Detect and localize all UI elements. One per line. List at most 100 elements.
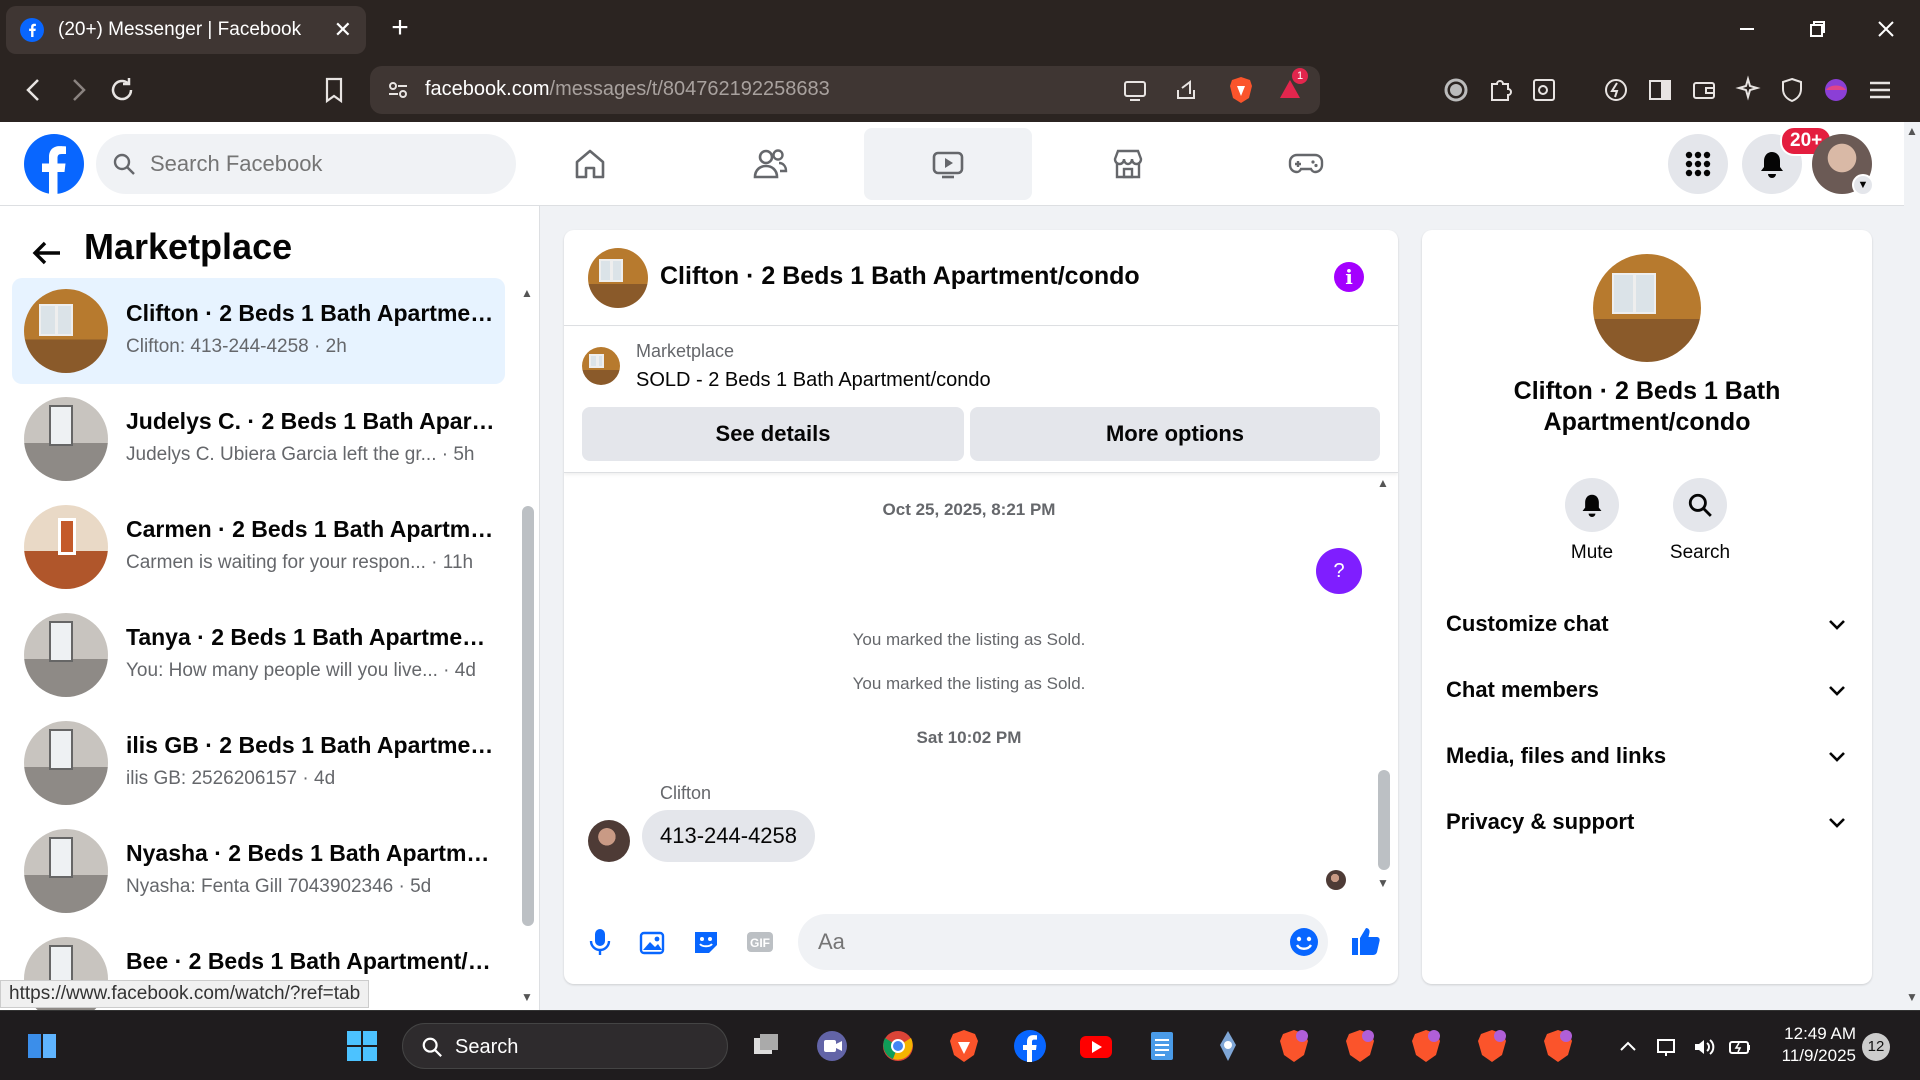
chat-avatar[interactable] bbox=[588, 248, 648, 308]
chevron-down-icon[interactable]: ▼ bbox=[1852, 174, 1874, 196]
brave-profile-active-icon[interactable] bbox=[1540, 1028, 1576, 1064]
nav-friends[interactable] bbox=[686, 128, 854, 200]
youtube-icon[interactable] bbox=[1078, 1028, 1114, 1064]
new-tab-icon[interactable]: + bbox=[384, 12, 416, 44]
speedreader-icon[interactable] bbox=[1600, 74, 1632, 106]
list-item[interactable]: ilis GB · 2 Beds 1 Bath Apartmen... ilis… bbox=[12, 710, 505, 816]
vpn-icon[interactable] bbox=[1776, 74, 1808, 106]
list-item[interactable]: Judelys C. · 2 Beds 1 Bath Apart... Jude… bbox=[12, 386, 505, 492]
facebook-icon[interactable] bbox=[1012, 1028, 1048, 1064]
facebook-search-input[interactable] bbox=[150, 134, 490, 194]
windows-taskbar: Search 12:49 AM 11/9/2025 12 bbox=[0, 1010, 1920, 1080]
chrome-icon[interactable] bbox=[880, 1028, 916, 1064]
scroll-down-arrow-icon[interactable]: ▼ bbox=[1377, 876, 1389, 890]
reload-icon[interactable] bbox=[106, 74, 138, 106]
message-input[interactable] bbox=[818, 914, 1258, 970]
menu-grid-button[interactable] bbox=[1668, 134, 1728, 194]
chat-members-row[interactable]: Chat members bbox=[1446, 670, 1848, 710]
list-item[interactable]: Clifton · 2 Beds 1 Bath Apartmen... Clif… bbox=[12, 278, 505, 384]
sticker-icon[interactable] bbox=[690, 926, 722, 958]
page-scroll-down-arrow-icon[interactable]: ▼ bbox=[1904, 990, 1920, 1004]
message-input-wrapper[interactable] bbox=[798, 914, 1328, 970]
info-icon[interactable]: i bbox=[1334, 262, 1364, 292]
url-text[interactable]: facebook.com/messages/t/804762192258683 bbox=[425, 78, 830, 101]
widgets-icon[interactable] bbox=[24, 1028, 60, 1064]
taskbar-search[interactable]: Search bbox=[402, 1023, 728, 1069]
customize-chat-row[interactable]: Customize chat bbox=[1446, 604, 1848, 644]
app-icon[interactable] bbox=[1210, 1028, 1246, 1064]
outgoing-message-bubble[interactable]: ? bbox=[1316, 548, 1362, 594]
reader-icon[interactable] bbox=[1528, 74, 1560, 106]
brave-profile-icon[interactable] bbox=[1408, 1028, 1444, 1064]
chevron-up-icon[interactable] bbox=[1616, 1035, 1640, 1059]
notepad-icon[interactable] bbox=[1144, 1028, 1180, 1064]
close-window-icon[interactable] bbox=[1871, 14, 1901, 44]
list-item[interactable]: Carmen · 2 Beds 1 Bath Apartme... Carmen… bbox=[12, 494, 505, 600]
mute-button[interactable]: Mute bbox=[1552, 478, 1632, 564]
more-options-button[interactable]: More options bbox=[970, 407, 1380, 461]
scroll-up-arrow-icon[interactable]: ▲ bbox=[1377, 476, 1389, 490]
profile-icon[interactable] bbox=[1820, 74, 1852, 106]
facebook-logo-icon[interactable] bbox=[24, 134, 84, 194]
chat-profile-title: Clifton · 2 Beds 1 Bath Apartment/condo bbox=[1513, 377, 1781, 436]
back-icon[interactable] bbox=[18, 74, 50, 106]
incoming-message-bubble[interactable]: 413-244-4258 bbox=[642, 810, 816, 862]
nav-video[interactable] bbox=[864, 128, 1032, 200]
brave-profile-icon[interactable] bbox=[1474, 1028, 1510, 1064]
minimize-icon[interactable] bbox=[1732, 14, 1762, 44]
brave-profile-icon[interactable] bbox=[1276, 1028, 1312, 1064]
task-view-icon[interactable] bbox=[748, 1028, 784, 1064]
back-arrow-icon[interactable] bbox=[30, 236, 64, 270]
extensions-icon[interactable] bbox=[1484, 74, 1516, 106]
leo-ai-icon[interactable] bbox=[1732, 74, 1764, 106]
tab-close-icon[interactable]: ✕ bbox=[334, 17, 352, 43]
sender-avatar[interactable] bbox=[588, 820, 630, 862]
microphone-icon[interactable] bbox=[584, 926, 616, 958]
thumbs-up-icon[interactable] bbox=[1348, 924, 1382, 958]
site-settings-icon[interactable] bbox=[386, 78, 410, 102]
conversation-preview: Judelys C. Ubiera Garcia left the gr... … bbox=[126, 444, 475, 465]
gif-icon[interactable]: GIF bbox=[744, 926, 776, 958]
notification-count-badge[interactable]: 12 bbox=[1862, 1033, 1890, 1061]
list-item[interactable]: Tanya · 2 Beds 1 Bath Apartment... You: … bbox=[12, 602, 505, 708]
battery-icon[interactable] bbox=[1728, 1035, 1752, 1059]
bookmark-icon[interactable] bbox=[318, 74, 350, 106]
list-item[interactable]: Nyasha · 2 Beds 1 Bath Apartme... Nyasha… bbox=[12, 818, 505, 924]
menu-icon[interactable] bbox=[1864, 74, 1896, 106]
volume-icon[interactable] bbox=[1692, 1035, 1716, 1059]
restore-icon[interactable] bbox=[1802, 14, 1832, 44]
brave-profile-icon[interactable] bbox=[1342, 1028, 1378, 1064]
sidebar-icon[interactable] bbox=[1644, 74, 1676, 106]
chat-scrollbar[interactable] bbox=[1378, 770, 1390, 870]
page-scroll-up-arrow-icon[interactable]: ▲ bbox=[1904, 124, 1920, 138]
search-in-chat-button[interactable]: Search bbox=[1660, 478, 1740, 564]
address-bar[interactable]: facebook.com/messages/t/804762192258683 … bbox=[370, 66, 1320, 114]
wallet-icon[interactable] bbox=[1688, 74, 1720, 106]
chevron-down-icon bbox=[1829, 620, 1845, 630]
brave-icon[interactable] bbox=[946, 1028, 982, 1064]
nav-marketplace[interactable] bbox=[1044, 128, 1212, 200]
nav-gaming[interactable] bbox=[1222, 128, 1390, 200]
taskbar-clock[interactable]: 12:49 AM 11/9/2025 bbox=[1768, 1023, 1856, 1067]
network-icon[interactable] bbox=[1656, 1035, 1680, 1059]
cast-icon[interactable] bbox=[1122, 78, 1148, 102]
brave-shields-icon[interactable] bbox=[1228, 76, 1254, 104]
see-details-button[interactable]: See details bbox=[582, 407, 964, 461]
forward-icon[interactable] bbox=[62, 74, 94, 106]
chat-title[interactable]: Clifton · 2 Beds 1 Bath Apartment/condo bbox=[660, 262, 1140, 291]
browser-tab[interactable]: (20+) Messenger | Facebook ✕ bbox=[6, 6, 366, 54]
nav-home[interactable] bbox=[506, 128, 674, 200]
privacy-support-row[interactable]: Privacy & support bbox=[1446, 802, 1848, 842]
emoji-icon[interactable] bbox=[1288, 926, 1320, 958]
facebook-search-box[interactable] bbox=[96, 134, 516, 194]
conversation-list-scrollbar[interactable] bbox=[522, 506, 534, 926]
chat-profile-avatar[interactable] bbox=[1593, 254, 1701, 362]
photo-icon[interactable] bbox=[636, 926, 668, 958]
scroll-down-arrow-icon[interactable]: ▼ bbox=[521, 990, 533, 1004]
scroll-up-arrow-icon[interactable]: ▲ bbox=[521, 286, 533, 300]
share-icon[interactable] bbox=[1174, 78, 1198, 102]
teams-icon[interactable] bbox=[814, 1028, 850, 1064]
record-icon[interactable] bbox=[1440, 74, 1472, 106]
windows-start-icon[interactable] bbox=[344, 1028, 380, 1064]
media-files-links-row[interactable]: Media, files and links bbox=[1446, 736, 1848, 776]
